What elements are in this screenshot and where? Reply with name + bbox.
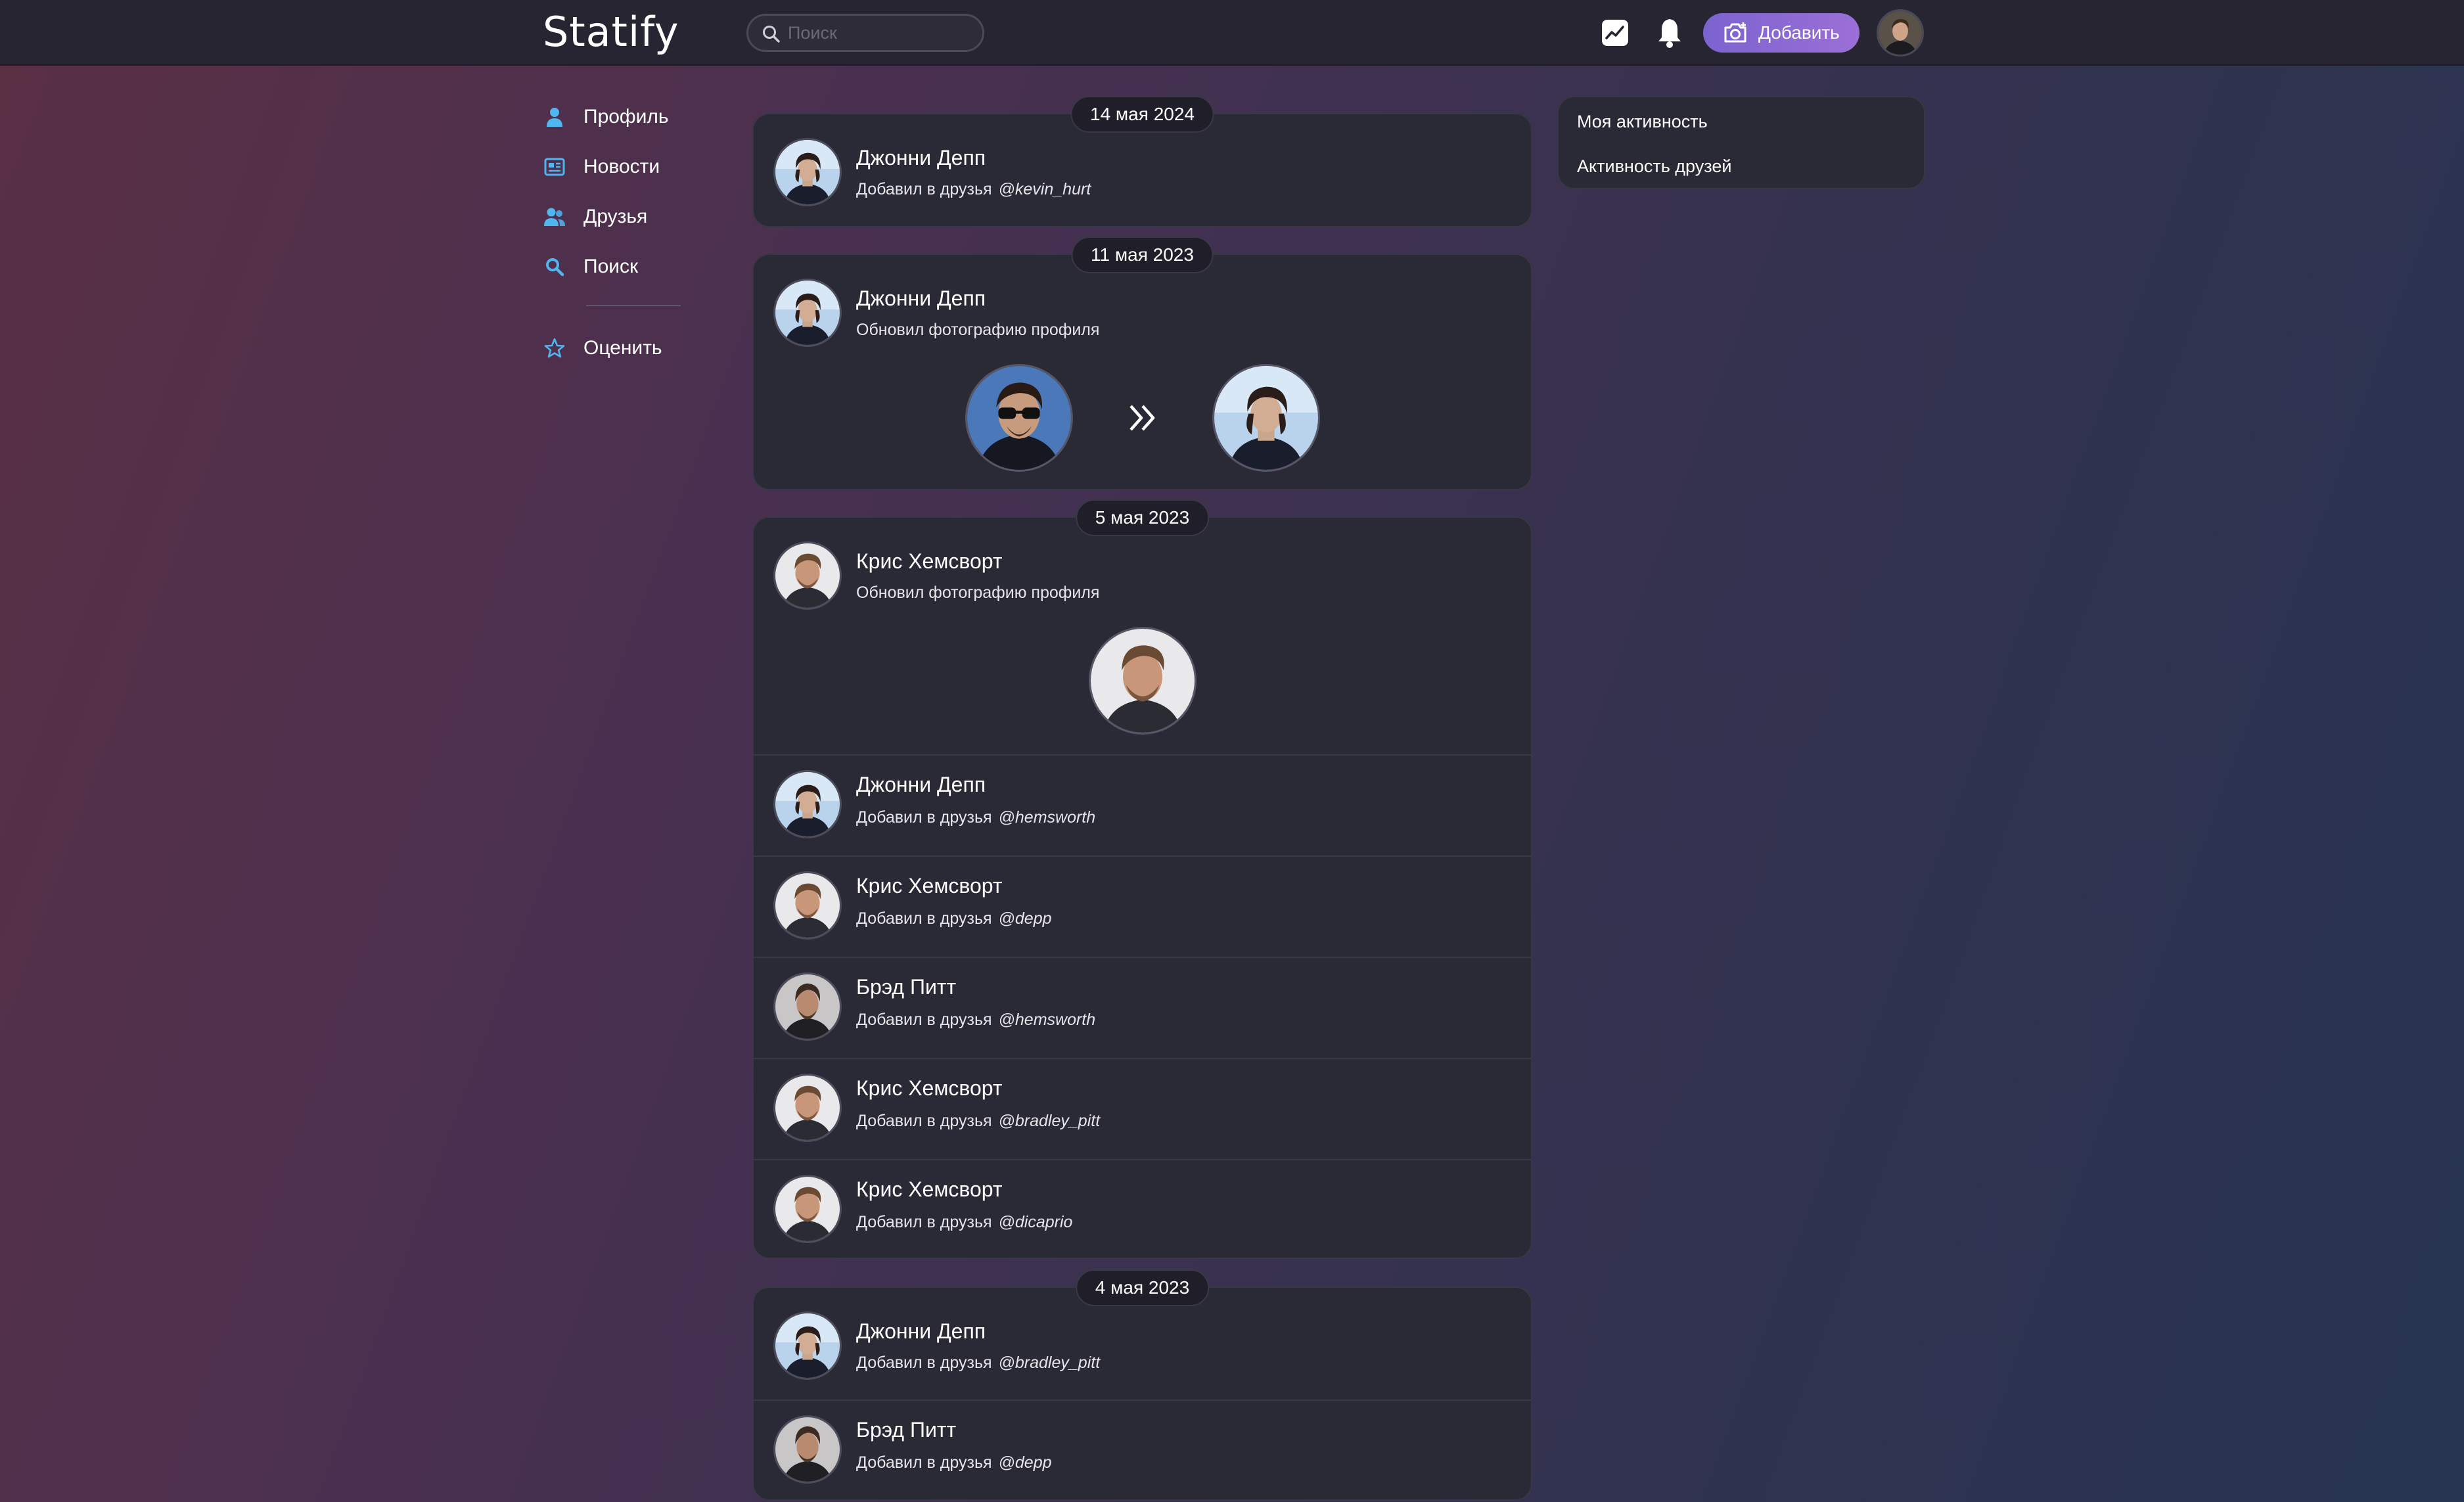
action-text: Добавил в друзья @bradley_pitt [856,1354,1101,1372]
newspaper-icon [543,155,566,179]
camera-add-icon [1724,22,1746,43]
user-name[interactable]: Джонни Депп [856,1319,986,1344]
avatar[interactable] [773,770,842,838]
feed-entry[interactable]: Джонни Депп Добавил в друзья @bradley_pit… [754,1294,1531,1394]
friends-icon [543,205,566,229]
feed-entry[interactable]: Крис Хемсворт Добавил в друзья @bradley_p… [754,1058,1531,1158]
new-profile-photo[interactable] [1212,364,1320,472]
user-name[interactable]: Крис Хемсворт [856,1177,1003,1202]
user-handle[interactable]: @bradley_pitt [999,1354,1101,1372]
sidebar-item-rate[interactable]: Оценить [543,323,714,373]
date-badge: 11 мая 2023 [1071,237,1214,273]
user-handle[interactable]: @hemsworth [999,1011,1096,1029]
feed-entry[interactable]: Крис Хемсворт Обновил фотографию профиля [754,524,1531,624]
feed-card: Джонни Депп Добавил в друзья @bradley_pit… [752,1286,1532,1501]
feed-card: Крис Хемсворт Обновил фотографию профиля… [752,516,1532,1259]
sidebar-item-label: Профиль [583,106,669,127]
feed-entry[interactable]: Джонни Депп Добавил в друзья @kevin_hurt [754,121,1531,221]
action-text: Добавил в друзья @bradley_pitt [856,1112,1101,1130]
user-handle[interactable]: @bradley_pitt [999,1112,1101,1130]
feed-card: Джонни Депп Обновил фотографию профиля [752,254,1532,490]
user-handle[interactable]: @depp [999,1453,1052,1472]
user-name[interactable]: Джонни Депп [856,146,986,170]
user-name[interactable]: Джонни Депп [856,773,986,797]
action-text: Добавил в друзья @depp [856,909,1052,928]
avatar[interactable] [773,1175,842,1243]
date-badge: 14 мая 2024 [1070,96,1214,133]
avatar[interactable] [773,972,842,1041]
action-text: Добавил в друзья @dicaprio [856,1213,1073,1231]
user-avatar[interactable] [1877,9,1924,57]
old-profile-photo[interactable] [965,364,1073,472]
user-name[interactable]: Крис Хемсворт [856,874,1003,898]
sidebar-item-profile[interactable]: Профиль [543,92,714,142]
user-name[interactable]: Брэд Питт [856,1418,956,1442]
add-button-label: Добавить [1758,22,1840,43]
sidebar-divider [586,305,681,306]
stats-chart-icon[interactable] [1601,18,1630,47]
search-box[interactable] [746,14,984,52]
sidebar-nav: Профиль Новости Друзья Поиск Оценить [543,92,714,373]
user-handle[interactable]: @depp [999,909,1052,928]
action-text: Обновил фотографию профиля [856,321,1100,339]
add-photo-button[interactable]: Добавить [1703,13,1859,53]
feed-entry[interactable]: Крис Хемсворт Добавил в друзья @dicaprio [754,1159,1531,1259]
feed-entry[interactable]: Джонни Депп Добавил в друзья @hemsworth [754,754,1531,854]
feed-entry[interactable]: Крис Хемсворт Добавил в друзья @depp [754,855,1531,955]
action-text: Обновил фотографию профиля [856,583,1100,602]
search-icon [763,26,780,43]
action-text: Добавил в друзья @hemsworth [856,808,1096,827]
sidebar-item-label: Друзья [583,206,648,227]
user-name[interactable]: Крис Хемсворт [856,549,1003,574]
avatar[interactable] [773,541,842,610]
bell-icon[interactable] [1655,16,1684,49]
sidebar-item-news[interactable]: Новости [543,142,714,192]
user-name[interactable]: Брэд Питт [856,975,956,999]
new-profile-photo[interactable] [1089,627,1197,735]
sidebar-item-label: Оценить [583,337,662,359]
friends-activity-link[interactable]: Активность друзей [1577,156,1731,177]
avatar[interactable] [773,1074,842,1142]
avatar[interactable] [773,1415,842,1484]
user-handle[interactable]: @dicaprio [999,1213,1073,1231]
feed-entry[interactable]: Джонни Депп Обновил фотографию профиля [754,262,1531,361]
activity-filter-panel: Моя активность Активность друзей [1557,96,1925,189]
action-text: Добавил в друзья @kevin_hurt [856,180,1091,198]
feed-entry[interactable]: Брэд Питт Добавил в друзья @hemsworth [754,957,1531,1057]
feed-entry[interactable]: Брэд Питт Добавил в друзья @depp [754,1400,1531,1499]
avatar[interactable] [773,138,842,206]
search-input[interactable] [788,21,972,45]
user-name[interactable]: Джонни Депп [856,286,986,311]
star-icon [543,336,566,360]
user-handle[interactable]: @kevin_hurt [999,180,1091,198]
date-badge: 5 мая 2023 [1075,499,1210,536]
user-icon [543,105,566,129]
user-handle[interactable]: @hemsworth [999,808,1096,827]
action-text: Добавил в друзья @depp [856,1453,1052,1472]
top-header: Statify Добавить [0,0,2464,66]
action-text: Добавил в друзья @hemsworth [856,1011,1096,1029]
sidebar-item-label: Новости [583,156,660,177]
sidebar-item-search[interactable]: Поиск [543,242,714,292]
double-chevron-right-icon [1129,405,1155,431]
app-logo[interactable]: Statify [543,8,679,56]
sidebar-item-label: Поиск [583,256,639,277]
avatar[interactable] [773,871,842,940]
avatar[interactable] [773,279,842,347]
date-badge: 4 мая 2023 [1075,1269,1210,1306]
my-activity-link[interactable]: Моя активность [1577,112,1708,132]
sidebar-item-friends[interactable]: Друзья [543,192,714,242]
user-name[interactable]: Крис Хемсворт [856,1076,1003,1101]
avatar[interactable] [773,1311,842,1380]
search-icon [543,255,566,279]
